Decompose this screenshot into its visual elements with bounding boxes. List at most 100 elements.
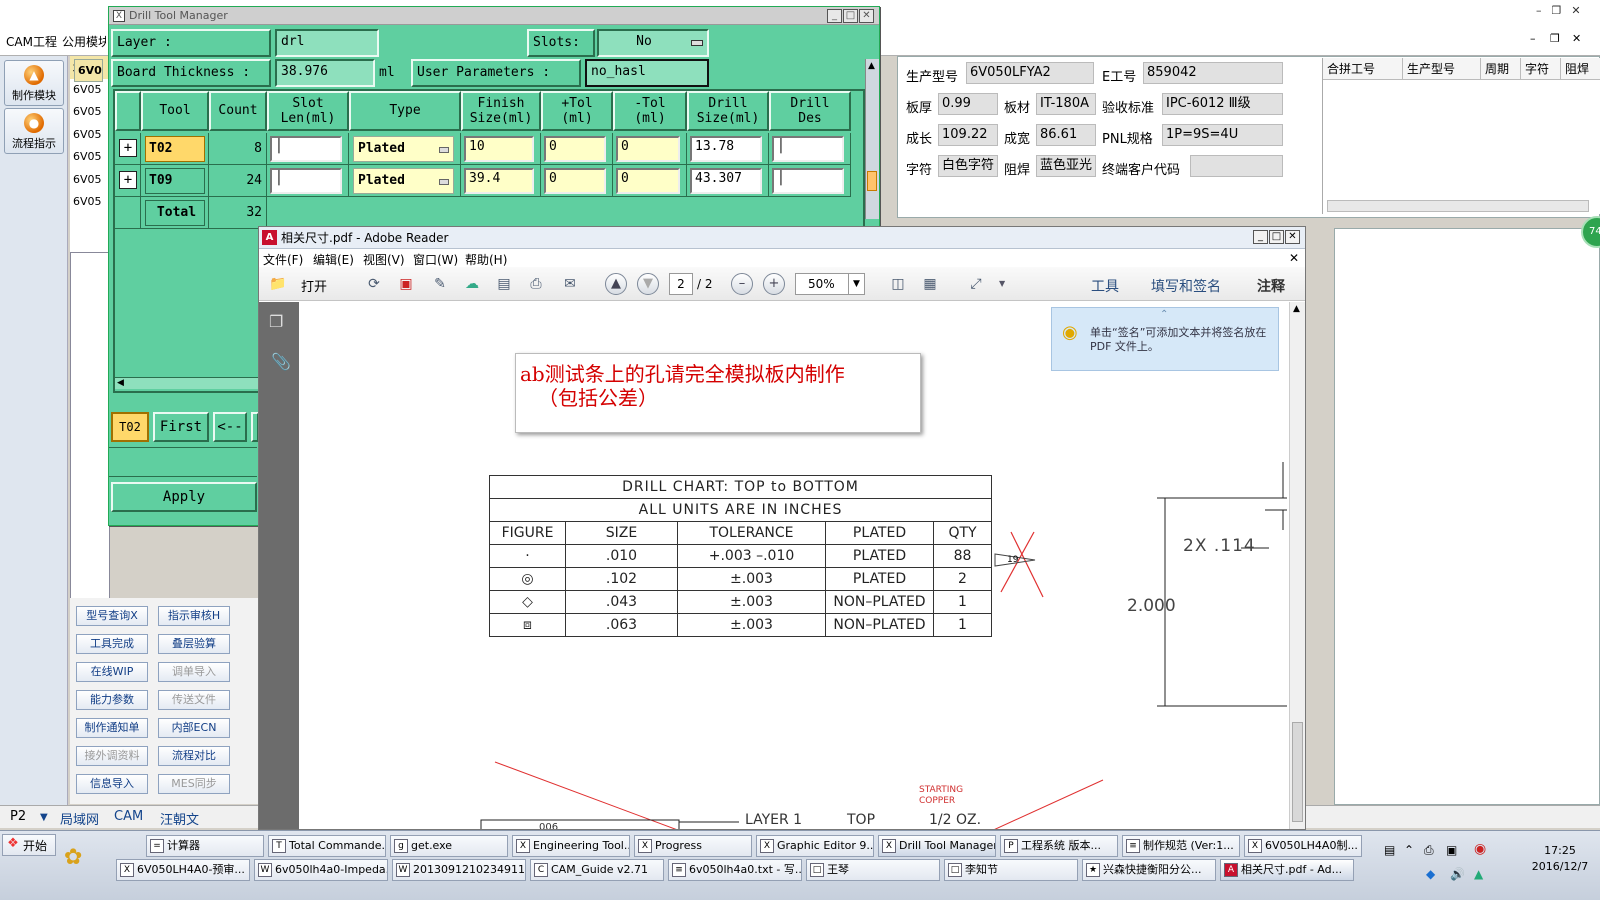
chevron-left-icon[interactable]: ◀ bbox=[117, 378, 124, 388]
layer-field[interactable]: drl bbox=[275, 29, 379, 57]
taskbar-item[interactable]: T Total Commande... bbox=[268, 835, 386, 857]
board-thickness-field[interactable]: 38.976 bbox=[275, 59, 375, 87]
chevron-down-icon[interactable]: ▼ bbox=[999, 279, 1005, 288]
zoom-in-icon[interactable]: + bbox=[763, 273, 785, 295]
taskbar-item[interactable]: P 工程系统 版本... bbox=[1000, 835, 1118, 857]
flow-compare-button[interactable]: 流程对比 bbox=[158, 746, 230, 766]
network-icon[interactable]: ▤ bbox=[1384, 843, 1395, 857]
close-icon[interactable]: ✕ bbox=[1572, 32, 1581, 45]
list-item[interactable]: 6V05 bbox=[70, 191, 109, 214]
battery-icon[interactable]: ▲ bbox=[1474, 867, 1483, 881]
online-wip-button[interactable]: 在线WIP bbox=[76, 662, 148, 682]
minus-tol-input[interactable]: 0 bbox=[616, 136, 680, 162]
taskbar-item[interactable]: ≡ 6v050lh4a0.txt - 写... bbox=[668, 859, 802, 881]
plus-tol-input[interactable]: 0 bbox=[544, 136, 606, 162]
taskbar-item[interactable]: ≡ 制作规范 (Ver:1... bbox=[1122, 835, 1240, 857]
send-file-button[interactable]: 传送文件 bbox=[158, 690, 230, 710]
scroll-thumb[interactable] bbox=[867, 171, 877, 191]
chevron-down-icon[interactable]: ▼ bbox=[40, 812, 48, 823]
minimize-icon[interactable]: – bbox=[1536, 4, 1542, 20]
tool-cell[interactable]: T09 bbox=[141, 165, 209, 197]
zoom-out-icon[interactable]: – bbox=[731, 273, 753, 295]
menu-file[interactable]: 文件(F) bbox=[263, 251, 303, 268]
list-item[interactable]: 6V05 bbox=[70, 124, 109, 147]
save-icon[interactable]: ▤ bbox=[493, 273, 515, 295]
open-button[interactable]: 打开 bbox=[301, 276, 327, 295]
merge-header[interactable]: 生产型号 bbox=[1403, 58, 1481, 80]
fit-page-icon[interactable]: ◫ bbox=[887, 273, 909, 295]
user-parameters-field[interactable]: no_hasl bbox=[585, 59, 709, 87]
arrow-up-icon[interactable]: ▲ bbox=[605, 273, 627, 295]
menu-view[interactable]: 视图(V) bbox=[363, 251, 405, 268]
taskbar-item[interactable]: X Drill Tool Manager bbox=[878, 835, 996, 857]
minimize-icon[interactable]: _ bbox=[1253, 230, 1268, 244]
close-icon[interactable]: ✕ bbox=[1289, 251, 1299, 265]
taskbar-item[interactable]: □ 王琴 bbox=[806, 859, 940, 881]
drill-des-input[interactable]: │ bbox=[772, 168, 844, 194]
vertical-scrollbar[interactable]: ▲ bbox=[865, 59, 879, 219]
internal-ecn-button[interactable]: 内部ECN bbox=[158, 718, 230, 738]
slot-len-input[interactable]: │ bbox=[270, 136, 342, 162]
drill-size-input[interactable]: 43.307 bbox=[690, 168, 762, 194]
reader-vertical-scrollbar[interactable]: ▲ bbox=[1289, 302, 1305, 829]
list-item[interactable]: 6V05 bbox=[70, 146, 109, 169]
taskbar-item[interactable]: C CAM_Guide v2.71 bbox=[530, 859, 664, 881]
slot-len-input[interactable]: │ bbox=[270, 168, 342, 194]
close-icon[interactable]: ✕ bbox=[1571, 4, 1580, 20]
expand-icon[interactable]: + bbox=[119, 171, 137, 189]
printer-icon[interactable]: ⎙ bbox=[1424, 843, 1434, 858]
instruction-review-button[interactable]: 指示审核H bbox=[158, 606, 230, 626]
tool-cell[interactable]: T02 bbox=[141, 133, 209, 165]
fit-width-icon[interactable]: ▦ bbox=[919, 273, 941, 295]
taskbar-item[interactable]: X Graphic Editor 9.... bbox=[756, 835, 874, 857]
external-data-button[interactable]: 接外调资料 bbox=[76, 746, 148, 766]
finish-size-input[interactable]: 39.4 bbox=[464, 168, 534, 194]
type-select[interactable]: Plated bbox=[353, 168, 454, 194]
taskbar-item[interactable]: A 相关尺寸.pdf - Ad... bbox=[1220, 859, 1354, 881]
list-item[interactable]: 6V05 bbox=[70, 169, 109, 192]
volume-icon[interactable]: 🔊 bbox=[1450, 867, 1465, 881]
arrow-down-icon[interactable]: ▼ bbox=[637, 273, 659, 295]
taskbar-item[interactable]: W 2013091210234911... bbox=[392, 859, 526, 881]
merge-header[interactable]: 阻焊 bbox=[1561, 58, 1600, 80]
paperclip-icon[interactable]: 📎 bbox=[271, 352, 291, 371]
list-item[interactable]: 6V05 bbox=[70, 79, 109, 102]
menu-edit[interactable]: 编辑(E) bbox=[313, 251, 354, 268]
shield-icon[interactable]: ◆ bbox=[1426, 867, 1435, 881]
maximize-icon[interactable]: □ bbox=[843, 9, 858, 23]
scroll-thumb[interactable] bbox=[1292, 722, 1303, 822]
minus-tol-input[interactable]: 0 bbox=[616, 168, 680, 194]
taskbar-item[interactable]: X Engineering Tool... bbox=[512, 835, 630, 857]
taskbar-item[interactable]: ★ 兴森快捷衡阳分公... bbox=[1082, 859, 1216, 881]
start-button[interactable]: ❖ 开始 bbox=[2, 834, 56, 856]
chevron-up-icon[interactable]: ▲ bbox=[1293, 304, 1300, 314]
app-tray-icon[interactable]: ◉ bbox=[1474, 841, 1486, 857]
horizontal-scrollbar[interactable] bbox=[1327, 200, 1589, 212]
merge-header[interactable]: 字符 bbox=[1521, 58, 1561, 80]
drill-size-input[interactable]: 13.78 bbox=[690, 136, 762, 162]
fullscreen-icon[interactable]: ⤢ bbox=[965, 273, 987, 295]
menu-cam-project[interactable]: CAM工程 bbox=[6, 33, 57, 50]
first-button[interactable]: First bbox=[153, 412, 209, 442]
pages-icon[interactable]: ❐ bbox=[269, 312, 283, 331]
close-icon[interactable]: ✕ bbox=[1285, 230, 1300, 244]
close-icon[interactable]: ✕ bbox=[859, 9, 874, 23]
finish-size-input[interactable]: 10 bbox=[464, 136, 534, 162]
maximize-icon[interactable]: □ bbox=[1269, 230, 1284, 244]
list-item[interactable]: 6V05 bbox=[74, 59, 103, 82]
taskbar-item[interactable]: X 6V050LH4A0-预审... bbox=[116, 859, 250, 881]
monitor-icon[interactable]: ▣ bbox=[1446, 843, 1457, 857]
rail-flow-guide-button[interactable]: ● 流程指示 bbox=[4, 108, 64, 154]
quick-launch-icon[interactable]: ✿ bbox=[64, 845, 82, 870]
page-number-input[interactable]: 2 bbox=[669, 273, 693, 295]
merge-header[interactable]: 合拼工号 bbox=[1323, 58, 1403, 80]
horizontal-scrollbar[interactable]: ◀ bbox=[115, 377, 261, 389]
email-icon[interactable]: ✉ bbox=[559, 273, 581, 295]
stackup-calc-button[interactable]: 叠层验算 bbox=[158, 634, 230, 654]
clock[interactable]: 17:25 2016/12/7 bbox=[1530, 843, 1590, 883]
rail-make-module-button[interactable]: ▲ 制作模块 bbox=[4, 60, 64, 106]
make-notice-button[interactable]: 制作通知单 bbox=[76, 718, 148, 738]
chevron-up-icon[interactable]: ▲ bbox=[868, 61, 875, 71]
chevron-up-icon[interactable]: ⌃ bbox=[1404, 843, 1414, 857]
capability-params-button[interactable]: 能力参数 bbox=[76, 690, 148, 710]
